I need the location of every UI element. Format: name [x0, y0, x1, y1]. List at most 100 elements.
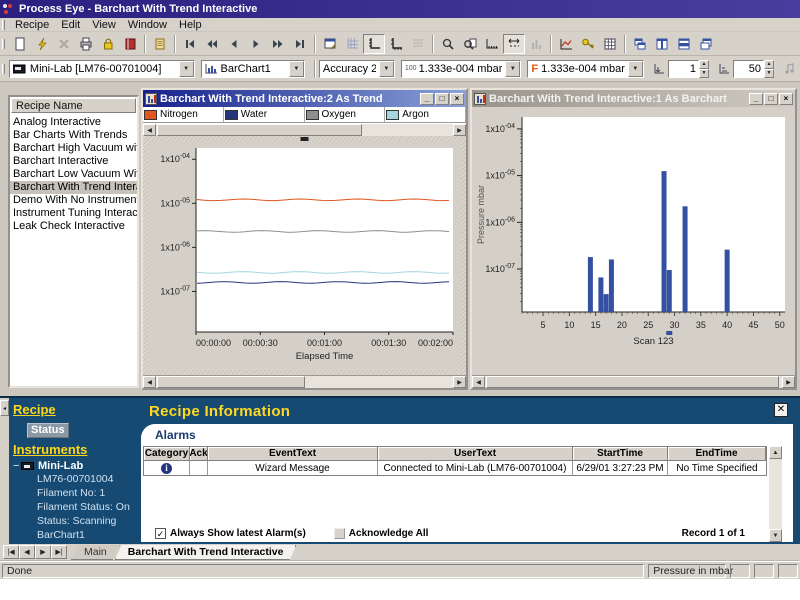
- chart-grid-button[interactable]: [341, 33, 363, 54]
- run-button[interactable]: [31, 33, 53, 54]
- zoom-pressure-button[interactable]: [459, 33, 481, 54]
- cascade-windows-button[interactable]: [629, 33, 651, 54]
- ruler-button[interactable]: [481, 33, 503, 54]
- combobar-grip[interactable]: [2, 63, 5, 74]
- accuracy-select[interactable]: Accuracy 2 ▼: [318, 59, 395, 78]
- fast-forward-button[interactable]: [267, 33, 289, 54]
- recipe-list-item[interactable]: Bar Charts With Trends: [10, 129, 137, 142]
- tab-last-icon[interactable]: ▶|: [51, 545, 67, 559]
- column-header-endtime[interactable]: EndTime: [668, 447, 766, 461]
- menu-edit[interactable]: Edit: [55, 19, 86, 31]
- tab-prev-icon[interactable]: ◀: [19, 545, 35, 559]
- menu-help[interactable]: Help: [173, 19, 208, 31]
- legend-item[interactable]: Argon: [385, 107, 466, 122]
- legend-item[interactable]: Water: [224, 107, 305, 122]
- legend-color-swatch: [305, 109, 319, 120]
- stop-button[interactable]: [53, 33, 75, 54]
- recipe-list-item[interactable]: Barchart Low Vacuum With ...: [10, 168, 137, 181]
- column-header-ack[interactable]: Ack: [190, 447, 208, 461]
- toolbar-grip[interactable]: [2, 38, 5, 49]
- column-header-category[interactable]: Category: [144, 447, 190, 461]
- tab-barchart-with-trend-interactive[interactable]: Barchart With Trend Interactive: [115, 545, 297, 560]
- tile-vertical-button[interactable]: [651, 33, 673, 54]
- trend-view-button[interactable]: [555, 33, 577, 54]
- tree-collapse-icon[interactable]: −: [13, 460, 21, 472]
- barchart-window-titlebar[interactable]: Barchart With Trend Interactive:1 As Bar…: [472, 90, 795, 107]
- menubar-grip[interactable]: [2, 19, 5, 30]
- legend-scrollbar[interactable]: ◀ ▶: [143, 123, 466, 136]
- step-forward-button[interactable]: [245, 33, 267, 54]
- recipe-list-item[interactable]: Analog Interactive: [10, 116, 137, 129]
- step-back-button[interactable]: [223, 33, 245, 54]
- trend-time-scrollbar[interactable]: ◀ ▶: [143, 375, 466, 388]
- log-book-button[interactable]: [119, 33, 141, 54]
- audio-alert-button[interactable]: [779, 58, 800, 79]
- arrange-icons-button[interactable]: [695, 33, 717, 54]
- tab-next-icon[interactable]: ▶: [35, 545, 51, 559]
- chart-y-axis-button[interactable]: [363, 33, 385, 54]
- barchart-small-icon: [205, 64, 217, 74]
- nav-status-button[interactable]: Status: [27, 423, 69, 438]
- column-header-starttime[interactable]: StartTime: [573, 447, 668, 461]
- recipe-list-item[interactable]: Barchart With Trend Interact...: [10, 181, 137, 194]
- maximize-icon[interactable]: □: [764, 92, 778, 105]
- instrument-select[interactable]: Mini-Lab [LM76-00701004] ▼: [8, 59, 195, 78]
- column-header-eventtext[interactable]: EventText: [208, 447, 378, 461]
- mass-span-button[interactable]: [503, 33, 525, 54]
- chart-style-disabled-button[interactable]: [407, 33, 429, 54]
- go-first-button[interactable]: [179, 33, 201, 54]
- recipe-list-header[interactable]: Recipe Name: [11, 98, 136, 113]
- acknowledge-all-checkbox[interactable]: [333, 528, 345, 539]
- legend-color-swatch: [144, 109, 157, 120]
- close-icon[interactable]: ✕: [774, 403, 788, 417]
- nav-instruments-link[interactable]: Instruments: [13, 442, 143, 457]
- magnifier-page-icon: [464, 38, 477, 50]
- menu-window[interactable]: Window: [122, 19, 173, 31]
- mass-span-spinner[interactable]: 50: [732, 59, 764, 78]
- properties-button[interactable]: [319, 33, 341, 54]
- first-mass-spin-buttons[interactable]: ▲ ▼: [698, 59, 709, 78]
- close-icon[interactable]: ×: [450, 92, 464, 105]
- alarms-grid-header[interactable]: Category Ack EventText UserText StartTime End…: [144, 447, 766, 461]
- mass-span-spin-buttons[interactable]: ▲ ▼: [764, 59, 774, 78]
- lock-button[interactable]: [97, 33, 119, 54]
- legend-item[interactable]: Oxygen: [305, 107, 386, 122]
- bargraph-disabled-button[interactable]: [525, 33, 547, 54]
- recipe-list-item[interactable]: Leak Check Interactive: [10, 220, 137, 233]
- collapse-panel-icon[interactable]: ◂: [0, 400, 9, 416]
- recipe-list-item[interactable]: Instrument Tuning Interactive: [10, 207, 137, 220]
- tab-first-icon[interactable]: |◀: [3, 545, 19, 559]
- trend-window-titlebar[interactable]: Barchart With Trend Interactive:2 As Tre…: [143, 90, 466, 107]
- filament-pressure-select[interactable]: F 1.333e-004 mbar ▼: [527, 59, 644, 78]
- security-key-button[interactable]: [577, 33, 599, 54]
- recipe-list-item[interactable]: Demo With No Instrument: [10, 194, 137, 207]
- minimize-icon[interactable]: _: [749, 92, 763, 105]
- recipe-list-item[interactable]: Barchart Interactive: [10, 155, 137, 168]
- recipe-list-item[interactable]: Barchart High Vacuum with ...: [10, 142, 137, 155]
- maximize-icon[interactable]: □: [435, 92, 449, 105]
- zoom-time-button[interactable]: [437, 33, 459, 54]
- alarms-grid-row[interactable]: i Wizard Message Connected to Mini-Lab (LM…: [144, 461, 766, 475]
- instrument-tree-node[interactable]: − Mini-Lab: [13, 460, 143, 472]
- minimize-icon[interactable]: _: [420, 92, 434, 105]
- new-recipe-button[interactable]: [9, 33, 31, 54]
- menu-recipe[interactable]: Recipe: [9, 19, 55, 31]
- spreadsheet-button[interactable]: [599, 33, 621, 54]
- first-mass-spinner[interactable]: 1: [667, 59, 699, 78]
- total-pressure-select[interactable]: 100 1.333e-004 mbar ▼: [400, 59, 522, 78]
- chart-axes-button[interactable]: [385, 33, 407, 54]
- rewind-button[interactable]: [201, 33, 223, 54]
- print-button[interactable]: [75, 33, 97, 54]
- view-select[interactable]: BarChart1 ▼: [200, 59, 305, 78]
- always-show-checkbox[interactable]: ✓: [155, 528, 166, 539]
- wizard-button[interactable]: [149, 33, 171, 54]
- tile-horizontal-button[interactable]: [673, 33, 695, 54]
- column-header-usertext[interactable]: UserText: [378, 447, 573, 461]
- legend-item[interactable]: Nitrogen: [143, 107, 224, 122]
- tab-main[interactable]: Main: [71, 545, 120, 560]
- menu-view[interactable]: View: [86, 19, 122, 31]
- close-icon[interactable]: ×: [779, 92, 793, 105]
- go-last-button[interactable]: [289, 33, 311, 54]
- barchart-scrollbar[interactable]: ◀ ▶: [472, 375, 795, 388]
- nav-recipe-link[interactable]: Recipe: [13, 402, 143, 417]
